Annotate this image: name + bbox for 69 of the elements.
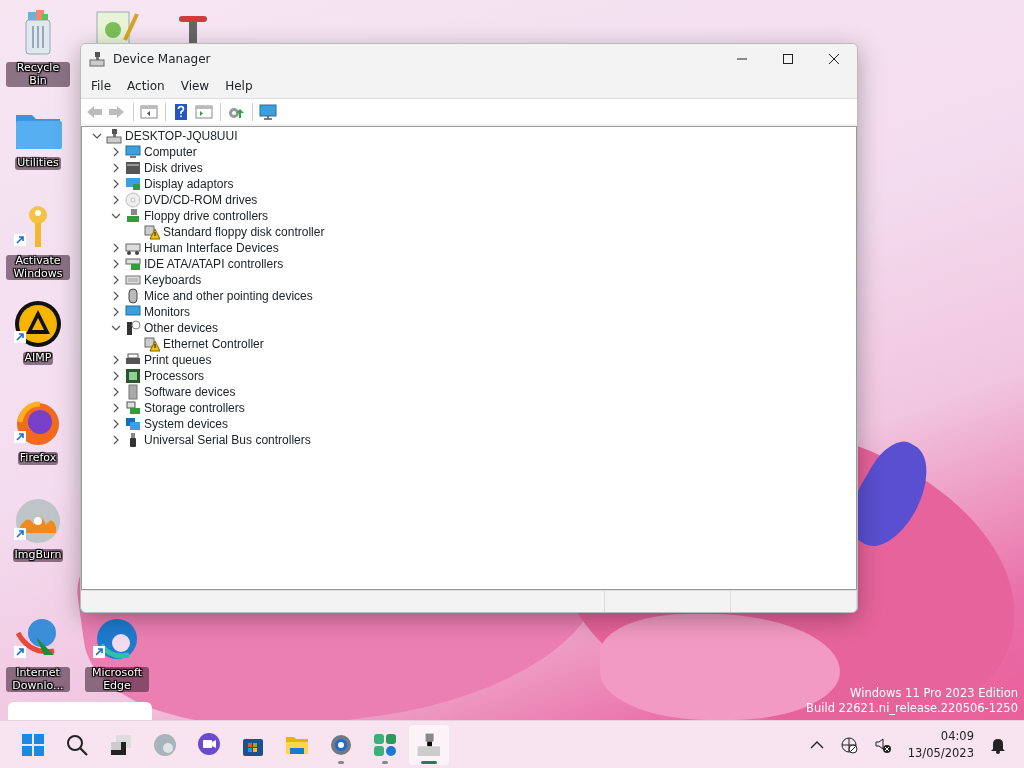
menu-item[interactable]: File bbox=[83, 75, 120, 97]
icon-label[interactable]: Activate Windows bbox=[6, 255, 70, 281]
icon-label[interactable]: Recycle Bin bbox=[6, 62, 70, 88]
menu-item[interactable]: Help bbox=[217, 75, 261, 97]
device-category-icon bbox=[125, 400, 141, 416]
device-category-icon bbox=[125, 176, 141, 192]
windows-logo-icon bbox=[20, 731, 46, 758]
tree-item[interactable]: Universal Serial Bus controllers bbox=[144, 431, 311, 449]
help-icon bbox=[172, 102, 190, 121]
icon-label[interactable]: Utilities bbox=[15, 157, 61, 170]
tree-item[interactable]: Ethernet Controller bbox=[163, 335, 264, 353]
device-category-icon bbox=[125, 240, 141, 256]
icon-label[interactable]: Firefox bbox=[17, 452, 59, 465]
window-title: Device Manager bbox=[113, 51, 212, 68]
clock-date[interactable]: 13/05/2023 bbox=[907, 744, 974, 762]
menu-item[interactable]: Action bbox=[119, 75, 173, 97]
pane-icon bbox=[140, 102, 158, 121]
tree-item[interactable]: Mice and other pointing devices bbox=[144, 287, 313, 305]
icon-label[interactable]: Microsoft Edge bbox=[85, 667, 149, 693]
device-category-icon bbox=[125, 208, 141, 224]
device-category-icon bbox=[125, 256, 141, 272]
device-category-icon bbox=[125, 416, 141, 432]
tree-item[interactable]: Storage controllers bbox=[144, 399, 245, 417]
device-manager-icon bbox=[89, 51, 105, 67]
icon-label[interactable]: ImgBurn bbox=[12, 549, 64, 562]
device-category-icon bbox=[125, 320, 141, 336]
tree-item[interactable]: Other devices bbox=[144, 319, 219, 337]
globe-icon[interactable] bbox=[839, 735, 858, 754]
browser-icon bbox=[152, 731, 178, 758]
clock-time[interactable]: 04:09 bbox=[907, 727, 974, 745]
icon-label[interactable]: Internet Downlo... bbox=[6, 667, 70, 693]
tree-item[interactable]: Disk drives bbox=[144, 159, 203, 177]
tree-item[interactable]: Display adaptors bbox=[144, 175, 234, 193]
device-category-icon bbox=[125, 384, 141, 400]
device-category-icon bbox=[125, 160, 141, 176]
app-icon[interactable] bbox=[14, 400, 62, 448]
close-icon bbox=[829, 54, 839, 64]
app-icon[interactable] bbox=[14, 300, 62, 348]
tree-item[interactable]: Monitors bbox=[144, 303, 190, 321]
menu-item[interactable]: View bbox=[172, 75, 218, 97]
tree-item[interactable]: Floppy drive controllers bbox=[144, 207, 269, 225]
device-category-icon bbox=[125, 288, 141, 304]
edition-text: Build 22621.ni_release.220506-1250 bbox=[806, 700, 1018, 716]
icon-label[interactable]: AIMP bbox=[22, 352, 54, 365]
tree-item[interactable]: System devices bbox=[144, 415, 229, 433]
device-category-icon bbox=[125, 192, 141, 208]
video-chat-icon bbox=[196, 731, 222, 758]
pane-icon bbox=[195, 102, 213, 121]
tree-item[interactable]: Software devices bbox=[144, 383, 236, 401]
tree-item[interactable]: Processors bbox=[144, 367, 205, 385]
monitor-icon bbox=[259, 102, 277, 121]
edition-text: Windows 11 Pro 2023 Edition bbox=[849, 686, 1018, 701]
tree-item[interactable]: Computer bbox=[144, 143, 197, 161]
device-manager-icon bbox=[416, 731, 442, 758]
tree-item[interactable]: IDE ATA/ATAPI controllers bbox=[144, 255, 284, 273]
device-category-icon bbox=[125, 368, 141, 384]
tree-item[interactable]: Keyboards bbox=[144, 271, 202, 289]
device-category-icon bbox=[125, 272, 141, 288]
tree-item[interactable]: DVD/CD-ROM drives bbox=[144, 191, 258, 209]
computer-icon bbox=[106, 128, 122, 144]
tree-item[interactable]: DESKTOP-JQU8UUI bbox=[125, 127, 238, 145]
speaker-muted-icon[interactable] bbox=[873, 735, 892, 754]
device-category-icon bbox=[125, 144, 141, 160]
chevron-up-icon[interactable] bbox=[809, 739, 824, 750]
maximize-icon bbox=[783, 54, 793, 64]
tree-item[interactable]: Print queues bbox=[144, 351, 212, 369]
widgets-icon bbox=[372, 731, 398, 758]
tree-item[interactable]: Standard floppy disk controller bbox=[163, 223, 325, 241]
tree-item[interactable]: Human Interface Devices bbox=[144, 239, 279, 257]
